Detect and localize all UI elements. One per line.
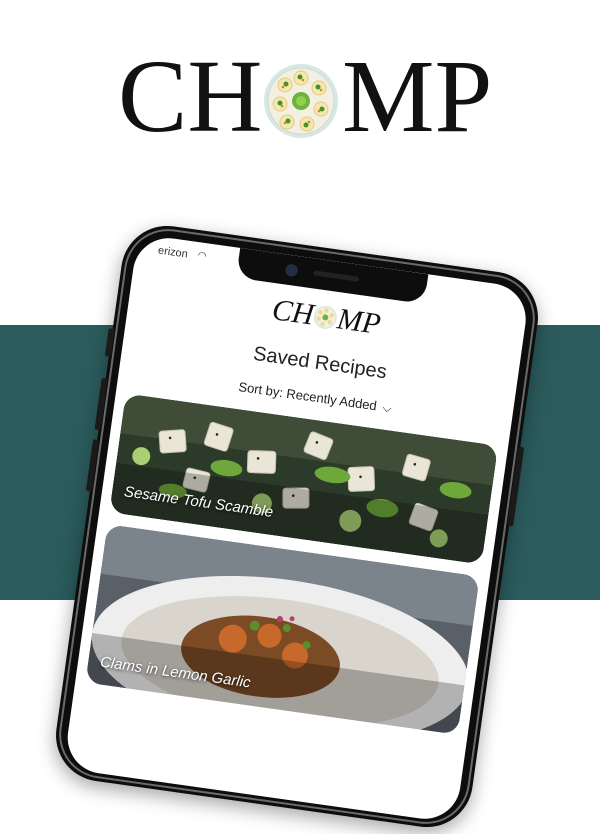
carrier-label: erizon [157, 244, 189, 261]
wifi-icon: ◠ [196, 250, 208, 263]
phone-mockup: erizon ◠ CH MP Saved Recipes Sort by: Re… [0, 0, 600, 834]
phone-screen: erizon ◠ CH MP Saved Recipes Sort by: Re… [63, 233, 531, 824]
phone-device: erizon ◠ CH MP Saved Recipes Sort by: Re… [50, 220, 544, 834]
app-logo-left: CH [270, 293, 317, 332]
chevron-down-icon: ⌵ [381, 400, 393, 416]
front-camera [284, 263, 299, 278]
sort-label: Sort by: Recently Added [237, 379, 378, 414]
app-logo-right: MP [335, 302, 383, 341]
earpiece-speaker [313, 270, 360, 282]
